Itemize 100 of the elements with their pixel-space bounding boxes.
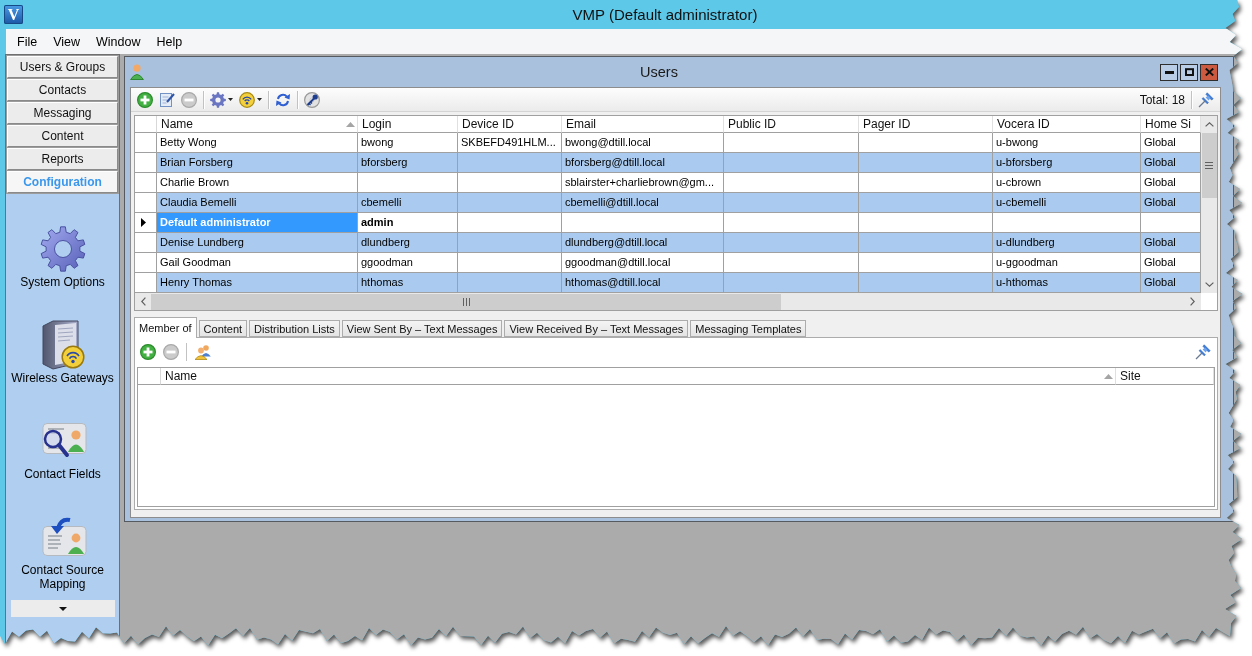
table-cell: hthomas (358, 273, 458, 293)
user-icon (130, 64, 144, 80)
config-item[interactable]: System Options (8, 225, 117, 289)
refresh-icon[interactable] (275, 91, 291, 108)
sort-arrow-icon (346, 121, 355, 127)
table-cell: Gail Goodman (157, 253, 358, 273)
table-cell: u-hthomas (993, 273, 1141, 293)
row-header-cell[interactable] (135, 233, 157, 253)
scroll-up-icon[interactable] (1204, 122, 1214, 127)
minimize-button[interactable] (1160, 63, 1178, 81)
table-cell: Brian Forsberg (157, 153, 358, 173)
table-cell: dlundberg (358, 233, 458, 253)
users-icon[interactable] (194, 344, 212, 360)
caret-down-icon[interactable] (228, 98, 233, 101)
column-header[interactable]: Login (358, 116, 458, 133)
column-header[interactable]: Vocera ID (993, 116, 1141, 133)
table-cell: u-cbemelli (993, 193, 1141, 213)
table-cell: u-ggoodman (993, 253, 1141, 273)
column-header[interactable]: Name (157, 116, 358, 133)
table-cell: bwong@dtill.local (562, 133, 724, 153)
add-icon[interactable] (137, 91, 153, 108)
column-header[interactable]: Device ID (458, 116, 562, 133)
remove-icon[interactable] (163, 344, 179, 360)
table-cell: Denise Lundberg (157, 233, 358, 253)
close-button[interactable] (1200, 63, 1218, 81)
column-header[interactable]: Site (1116, 368, 1214, 385)
table-cell: cbemelli (358, 193, 458, 213)
edit-icon[interactable] (159, 91, 175, 108)
table-cell: admin (358, 213, 458, 233)
nav-button[interactable]: Users & Groups (7, 56, 118, 78)
column-header[interactable]: Name (161, 368, 1116, 385)
key-disc-icon[interactable] (304, 91, 320, 108)
table-cell: cbemelli@dtill.local (562, 193, 724, 213)
grip-icon (462, 297, 470, 306)
tab[interactable]: View Sent By – Text Messages (341, 320, 503, 337)
table-cell: Global (1141, 173, 1201, 193)
scroll-left-icon[interactable] (140, 297, 146, 306)
table-cell: u-cbrown (993, 173, 1141, 193)
window-title: Users (640, 64, 678, 80)
row-header-cell[interactable] (135, 173, 157, 193)
table-cell: dlundberg@dtill.local (562, 233, 724, 253)
tab[interactable]: Messaging Templates (690, 320, 807, 337)
config-item[interactable]: Wireless Gateways (8, 321, 117, 385)
row-header-cell[interactable] (135, 133, 157, 153)
config-item[interactable]: Contact Source Mapping (8, 513, 117, 591)
tab[interactable]: Content (198, 320, 248, 337)
column-header[interactable]: Public ID (724, 116, 859, 133)
sort-arrow-icon (1104, 373, 1113, 379)
row-header-cell[interactable] (135, 273, 157, 293)
app-logo: V (4, 5, 23, 24)
grip-icon (1205, 162, 1213, 169)
gear-icon[interactable] (210, 91, 226, 108)
scroll-right-icon[interactable] (1190, 297, 1195, 306)
row-header-cell[interactable] (135, 153, 157, 173)
scroll-down-icon[interactable] (1204, 282, 1214, 287)
table-cell: bforsberg@dtill.local (562, 153, 724, 173)
menu-item[interactable]: Window (88, 32, 149, 51)
table-cell: SKBEFD491HLM... (458, 133, 562, 153)
table-cell: Global (1141, 253, 1201, 273)
pushpin-icon[interactable] (1195, 344, 1211, 360)
menu-item[interactable]: Help (148, 32, 191, 51)
minimize-icon (1164, 70, 1174, 74)
table-cell: sblairster+charliebrown@gm... (562, 173, 724, 193)
close-icon (1204, 68, 1214, 76)
table-cell: Claudia Bemelli (157, 193, 358, 213)
total-count: Total: 18 (1139, 92, 1185, 107)
table-cell: Default administrator (157, 213, 358, 233)
row-header-cell[interactable] (135, 213, 157, 233)
tab[interactable]: Distribution Lists (249, 320, 340, 337)
nav-button[interactable]: Reports (7, 148, 118, 170)
table-cell: Henry Thomas (157, 273, 358, 293)
tab[interactable]: View Received By – Text Messages (504, 320, 689, 337)
tab[interactable]: Member of (134, 317, 197, 338)
column-header[interactable]: Email (562, 116, 724, 133)
maximize-icon (1184, 68, 1194, 76)
row-header-cell[interactable] (135, 193, 157, 213)
nav-button[interactable]: Content (7, 125, 118, 147)
column-header[interactable]: Home Si (1141, 116, 1201, 133)
table-cell: Betty Wong (157, 133, 358, 153)
add-icon[interactable] (140, 344, 156, 360)
nav-button[interactable]: Messaging (7, 102, 118, 124)
maximize-button[interactable] (1180, 63, 1198, 81)
table-cell: u-bforsberg (993, 153, 1141, 173)
column-header[interactable]: Pager ID (859, 116, 993, 133)
menu-item[interactable]: View (45, 32, 89, 51)
nav-button[interactable]: Contacts (7, 79, 118, 101)
row-header-cell[interactable] (135, 253, 157, 273)
wireless-badge-icon[interactable] (239, 91, 255, 108)
remove-icon[interactable] (181, 91, 197, 108)
config-item[interactable]: Contact Fields (8, 417, 117, 481)
table-cell: hthomas@dtill.local (562, 273, 724, 293)
menu-item[interactable]: File (9, 32, 46, 51)
scroll-thumb[interactable] (1201, 133, 1217, 198)
caret-down-icon[interactable] (257, 98, 262, 101)
table-cell: Charlie Brown (157, 173, 358, 193)
table-cell: ggoodman@dtill.local (562, 253, 724, 273)
scroll-thumb[interactable] (151, 293, 781, 310)
pushpin-icon[interactable] (1198, 91, 1214, 108)
table-cell (1141, 213, 1201, 233)
table-cell: Global (1141, 153, 1201, 173)
